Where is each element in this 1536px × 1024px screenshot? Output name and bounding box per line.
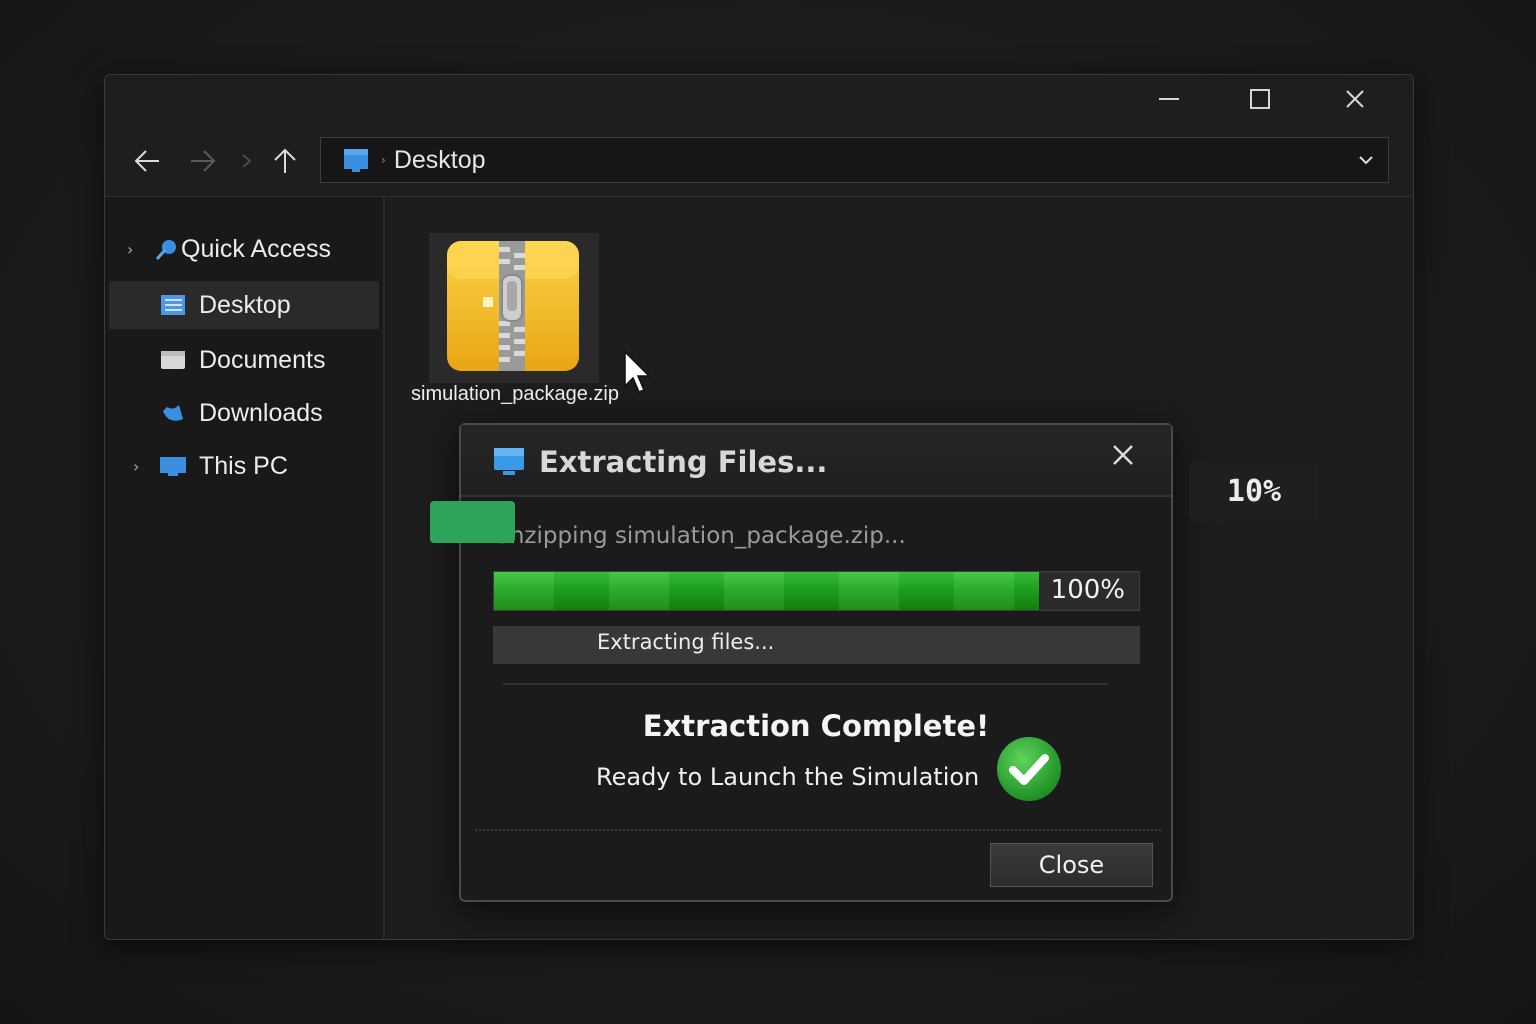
complete-subtitle: Ready to Launch the Simulation (596, 763, 980, 791)
green-overlay-block (430, 501, 515, 543)
sidebar-item-label: Quick Access (181, 234, 332, 263)
address-dropdown-icon[interactable] (1356, 150, 1376, 170)
desktop-folder-icon (344, 149, 368, 172)
divider (475, 829, 1161, 831)
maximize-icon (1250, 89, 1270, 109)
desktop-icon (161, 295, 185, 315)
sidebar-item-label: Downloads (199, 398, 323, 427)
window-close-button[interactable] (1325, 81, 1385, 117)
quick-access-icon (155, 240, 176, 260)
checkmark-success-icon (997, 737, 1061, 801)
navigation-pane: › Quick Access Desktop Documents Downloa… (105, 197, 385, 939)
zip-archive-icon (447, 241, 579, 371)
dialog-title: Extracting Files... (539, 445, 828, 479)
sidebar-item-this-pc[interactable]: › This PC (109, 442, 379, 490)
sidebar-item-quick-access[interactable]: › Quick Access (109, 225, 379, 273)
sub-status-bar: Extracting files... (493, 626, 1140, 664)
close-button[interactable]: Close (990, 843, 1153, 887)
dialog-close-button[interactable] (1105, 437, 1141, 473)
arrow-up-icon (274, 148, 296, 173)
navigation-toolbar: › Desktop (105, 123, 1413, 197)
progress-fill (494, 572, 1040, 610)
file-item-zip[interactable] (429, 233, 599, 383)
arrow-right-icon (191, 150, 216, 172)
progress-percent: 100% (1050, 575, 1125, 605)
extraction-dialog: Extracting Files... Unzipping simulation… (459, 423, 1173, 902)
recent-locations-button[interactable] (235, 141, 259, 181)
chevron-down-icon (242, 154, 252, 168)
chevron-right-icon: › (133, 456, 140, 476)
close-icon (1346, 90, 1364, 108)
back-button[interactable] (127, 141, 167, 181)
mouse-cursor-icon (624, 350, 651, 393)
title-bar (105, 75, 1413, 123)
breadcrumb-desktop[interactable]: Desktop (394, 146, 486, 175)
breadcrumb-separator-icon: › (381, 153, 386, 167)
sidebar-item-desktop[interactable]: Desktop (109, 281, 379, 329)
sidebar-item-label: Desktop (199, 290, 291, 319)
sidebar-item-downloads[interactable]: Downloads (109, 389, 379, 437)
chevron-right-icon: › (127, 239, 134, 259)
minimize-button[interactable] (1139, 81, 1199, 117)
progress-badge: 10% (1189, 462, 1319, 521)
forward-button[interactable] (183, 141, 223, 181)
documents-icon (161, 351, 185, 369)
up-button[interactable] (265, 141, 305, 181)
sidebar-item-documents[interactable]: Documents (109, 336, 379, 384)
address-bar[interactable]: › Desktop (320, 137, 1389, 183)
close-icon (1113, 445, 1133, 465)
sidebar-item-label: This PC (199, 451, 288, 480)
divider (503, 683, 1108, 685)
sidebar-item-label: Documents (199, 345, 326, 374)
extraction-progress-bar: 100% (493, 571, 1140, 611)
status-text: Unzipping simulation_package.zip... (493, 523, 906, 549)
dialog-header: Extracting Files... (461, 425, 1171, 497)
downloads-icon (163, 405, 183, 421)
arrow-left-icon (134, 150, 159, 172)
this-pc-icon (160, 457, 186, 476)
complete-heading: Extraction Complete! (642, 709, 990, 743)
file-name-label: simulation_package.zip (411, 383, 619, 405)
maximize-button[interactable] (1230, 81, 1290, 117)
sub-status-text: Extracting files... (597, 630, 775, 654)
minimize-icon (1159, 98, 1179, 100)
app-monitor-icon (494, 448, 524, 475)
